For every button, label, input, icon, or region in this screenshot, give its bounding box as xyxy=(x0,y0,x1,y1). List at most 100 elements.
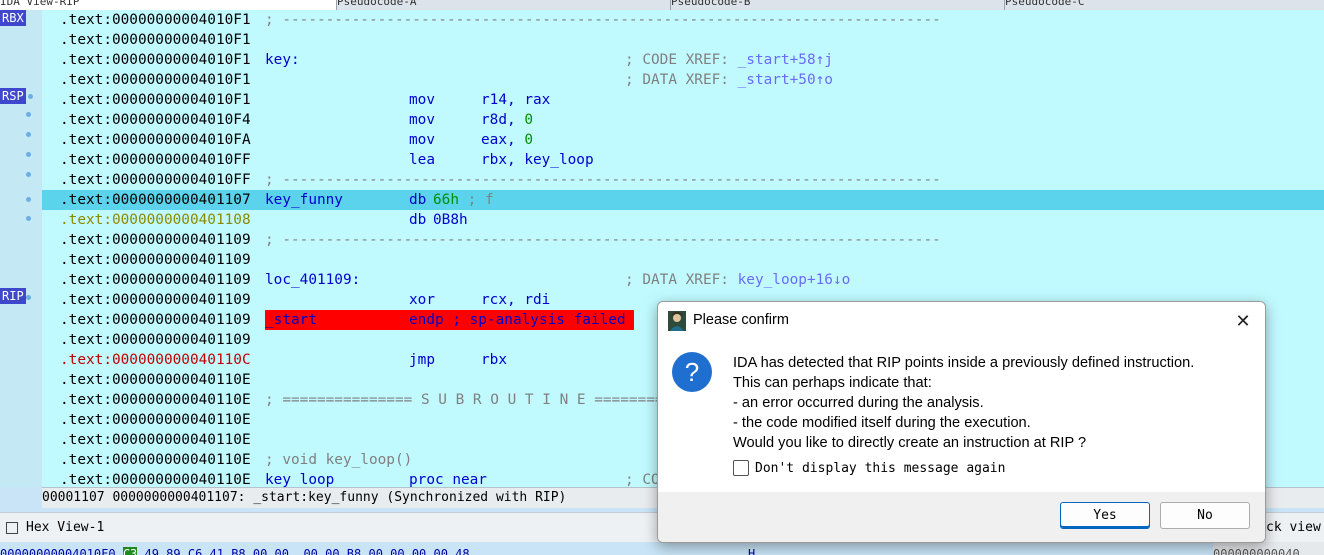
listing-label[interactable]: key_loop xyxy=(265,470,334,487)
message-line: Would you like to directly create an ins… xyxy=(733,435,1087,451)
listing-row[interactable]: .text:00000000004010F1 ; DATA XREF: _star… xyxy=(42,70,1324,90)
listing-row[interactable]: .text:00000000004010FA mov eax, 0 xyxy=(42,130,1324,150)
tab-pseudocode-b[interactable]: Pseudocode-B xyxy=(671,0,1005,10)
no-button[interactable]: No xyxy=(1160,502,1250,529)
operand-immediate: 0 xyxy=(524,112,533,128)
breakpoint-dot xyxy=(26,112,31,117)
data-byte-comment: ; f xyxy=(459,192,494,208)
message-line: IDA has detected that RIP points inside … xyxy=(733,355,1195,371)
listing-address: .text:0000000000401109 xyxy=(60,272,251,288)
listing-comment: ; CO xyxy=(625,470,660,487)
listing-row[interactable]: .text:0000000000401109 ; ----------------… xyxy=(42,230,1324,250)
listing-row[interactable]: .text:00000000004010F1 xyxy=(42,30,1324,50)
listing-address: .text:0000000000401107 xyxy=(60,192,251,208)
close-icon[interactable]: ✕ xyxy=(1231,309,1255,333)
listing-address: .text:00000000004010F4 xyxy=(60,112,251,128)
listing-row[interactable]: .text:00000000004010F1 key: ; CODE XREF: _… xyxy=(42,50,1324,70)
data-byte-value: 66h xyxy=(433,192,459,208)
listing-separator: ; --------------------------------------… xyxy=(265,172,941,188)
tab-hex-view[interactable]: Hex View-1 xyxy=(0,513,104,542)
register-gutter: RBX RSP RIP xyxy=(0,10,42,487)
comment-text: ; DATA XREF: xyxy=(625,272,738,288)
operand-text: r8d, xyxy=(481,112,525,128)
listing-mnemonic: xor xyxy=(409,292,435,308)
listing-address: .text:0000000000401109 xyxy=(60,232,251,248)
yes-button[interactable]: Yes xyxy=(1060,502,1150,529)
listing-address: .text:000000000040110E xyxy=(60,372,251,388)
listing-row[interactable]: .text:0000000000401108 db 0B8h xyxy=(42,210,1324,230)
listing-address: .text:000000000040110E xyxy=(60,392,251,408)
listing-row[interactable]: .text:00000000004010F4 mov r8d, 0 xyxy=(42,110,1324,130)
breakpoint-dot xyxy=(26,172,31,177)
dont-show-again-label[interactable]: Don't display this message again xyxy=(755,461,1005,476)
listing-address: .text:00000000004010FF xyxy=(60,172,251,188)
hex-view-icon xyxy=(6,521,18,534)
listing-row[interactable]: .text:00000000004010F1 mov r14, rax xyxy=(42,90,1324,110)
operand-text: eax, xyxy=(481,132,525,148)
tab-pseudocode-c[interactable]: Pseudocode-C xyxy=(1005,0,1324,10)
xref-link[interactable]: key_loop+16↓o xyxy=(738,272,851,288)
listing-operands: rbx xyxy=(481,350,507,370)
operand-text: rbx, key_loop xyxy=(481,152,594,168)
register-badge-rsp[interactable]: RSP xyxy=(0,88,26,104)
register-badge-rip[interactable]: RIP xyxy=(0,288,26,304)
listing-address: .text:00000000004010F1 xyxy=(60,52,251,68)
ida-logo-icon xyxy=(668,311,686,331)
comment-text: ; DATA XREF: xyxy=(625,72,738,88)
listing-separator: ; void key_loop() xyxy=(265,452,413,468)
tab-stack-view[interactable]: ck view xyxy=(1266,513,1321,542)
tab-label: Pseudocode-B xyxy=(671,0,751,8)
dialog-title: Please confirm xyxy=(693,312,789,328)
dialog-title-bar: Please confirm ✕ xyxy=(658,302,1265,340)
hex-row[interactable]: 00000000004010F0 C3 49 89 C6 41 B8 00 00… xyxy=(0,542,1324,555)
listing-row[interactable]: .text:0000000000401107 key_funny db 66h ; f xyxy=(42,190,1324,210)
listing-comment: ; DATA XREF: _start+50↑o xyxy=(625,70,833,90)
listing-address: .text:000000000040110E xyxy=(60,472,251,487)
listing-address: .text:00000000004010F1 xyxy=(60,92,251,108)
listing-operands: 0B8h xyxy=(433,210,468,230)
listing-operands: eax, 0 xyxy=(481,130,533,150)
listing-label[interactable]: _start xyxy=(265,310,317,330)
dialog-message: IDA has detected that RIP points inside … xyxy=(733,353,1194,453)
listing-mnemonic: mov xyxy=(409,132,435,148)
listing-label[interactable]: loc_401109: xyxy=(265,270,360,290)
listing-address: .text:000000000040110E xyxy=(60,452,251,468)
listing-row[interactable]: .text:0000000000401109 xyxy=(42,250,1324,270)
dialog-body: ? IDA has detected that RIP points insid… xyxy=(658,340,1265,492)
listing-address: .text:0000000000401109 xyxy=(60,312,251,328)
listing-address: .text:00000000004010F1 xyxy=(60,72,251,88)
listing-address: .text:000000000040110E xyxy=(60,412,251,428)
listing-label[interactable]: key_funny xyxy=(265,190,343,210)
listing-mnemonic: mov xyxy=(409,112,435,128)
listing-operands: rcx, rdi xyxy=(481,290,550,310)
breakpoint-dot xyxy=(28,94,33,99)
register-badge-rbx[interactable]: RBX xyxy=(0,10,26,26)
listing-mnemonic: lea xyxy=(409,152,435,168)
xref-link[interactable]: _start+50↑o xyxy=(738,72,833,88)
dont-show-again-option[interactable]: Don't display this message again xyxy=(733,460,1005,476)
listing-address: .text:00000000004010FF xyxy=(60,152,251,168)
xref-link[interactable]: _start+58↑j xyxy=(738,52,833,68)
tab-ida-view[interactable]: IDA View-RIP xyxy=(0,0,337,10)
tab-pseudocode-a[interactable]: Pseudocode-A xyxy=(337,0,671,10)
listing-mnemonic: db xyxy=(409,212,427,228)
hex-byte-highlight: C3 xyxy=(122,547,138,555)
listing-address: .text:000000000040110C xyxy=(60,352,251,368)
dont-show-again-checkbox[interactable] xyxy=(733,460,749,476)
listing-address: .text:00000000004010F1 xyxy=(60,12,251,28)
listing-mnemonic: mov xyxy=(409,92,435,108)
listing-label[interactable]: key: xyxy=(265,50,300,70)
listing-mnemonic: db xyxy=(409,192,427,208)
listing-address: .text:0000000000401109 xyxy=(60,292,251,308)
listing-row[interactable]: .text:00000000004010F1 ; ----------------… xyxy=(42,10,1324,30)
breakpoint-dot xyxy=(26,295,31,300)
listing-row[interactable]: .text:0000000000401109 loc_401109: ; DATA … xyxy=(42,270,1324,290)
breakpoint-dot xyxy=(26,132,31,137)
listing-operands: r8d, 0 xyxy=(481,110,533,130)
listing-separator: ; --------------------------------------… xyxy=(265,12,941,28)
listing-row[interactable]: .text:00000000004010FF lea rbx, key_loop xyxy=(42,150,1324,170)
listing-row[interactable]: .text:00000000004010FF ; ----------------… xyxy=(42,170,1324,190)
listing-comment: ; CODE XREF: _start+58↑j xyxy=(625,50,833,70)
question-icon: ? xyxy=(672,352,712,392)
dialog-button-bar: Yes No xyxy=(658,492,1265,542)
